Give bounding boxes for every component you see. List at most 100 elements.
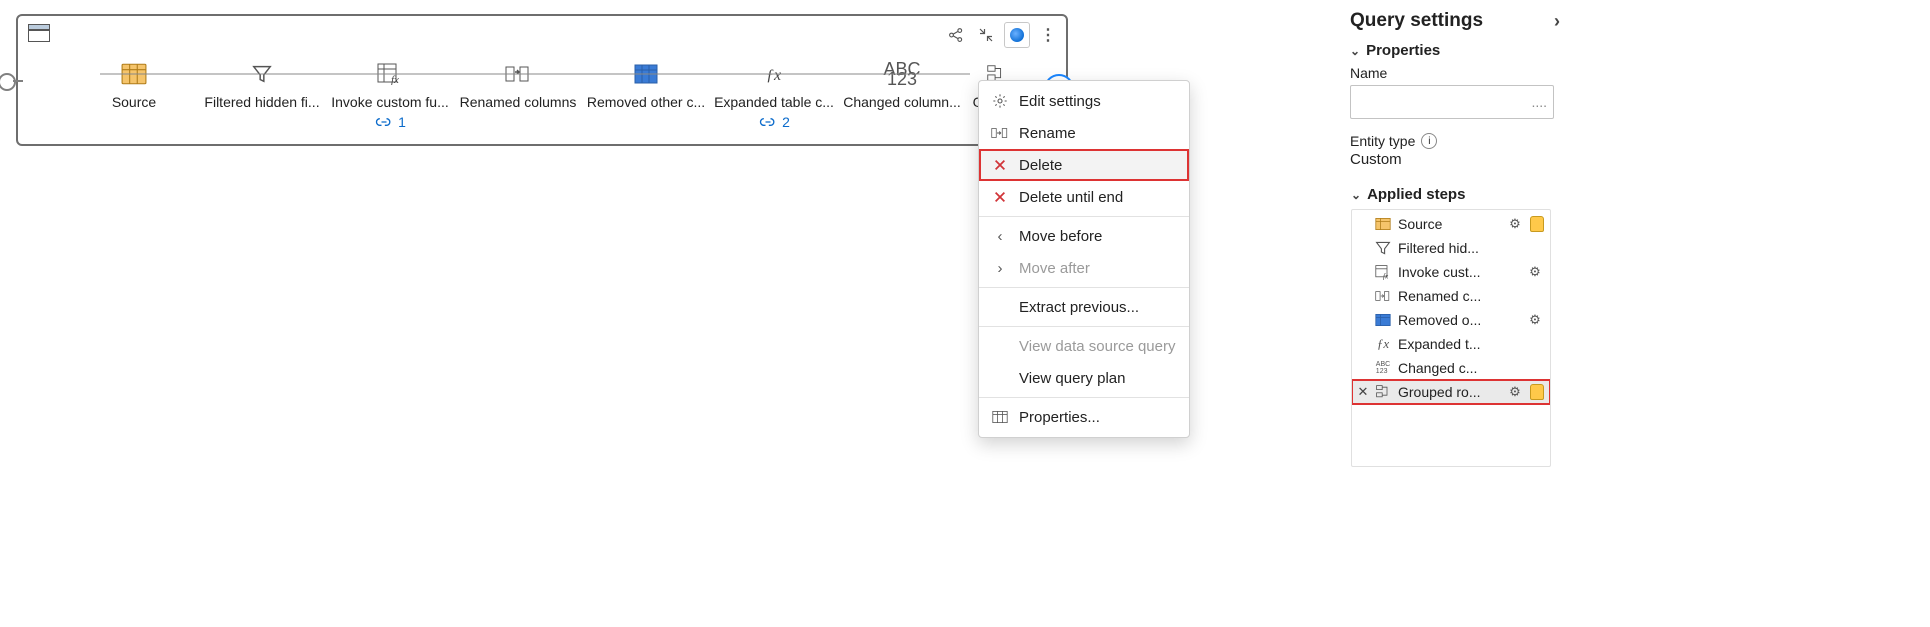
diagram-start-handle[interactable] — [0, 73, 16, 91]
info-icon[interactable]: i — [1421, 133, 1437, 149]
step-label: Source — [1398, 216, 1500, 232]
rename-icon — [991, 124, 1009, 142]
step-label: Filtered hidden fi... — [204, 94, 319, 110]
menu-move-before[interactable]: ‹ Move before — [979, 220, 1189, 252]
applied-step-filtered-hidden[interactable]: Filtered hid... — [1352, 236, 1550, 260]
step-filtered-hidden[interactable]: Filtered hidden fi... — [198, 60, 326, 110]
group-icon — [1374, 383, 1392, 401]
menu-separator — [979, 287, 1189, 288]
menu-label: Rename — [1019, 125, 1076, 142]
chevron-right-icon[interactable]: › — [1554, 11, 1560, 32]
menu-label: Delete until end — [1019, 189, 1123, 206]
step-label: Changed column... — [843, 94, 961, 110]
menu-label: Extract previous... — [1019, 299, 1139, 316]
delete-step-icon[interactable]: ✕ — [1356, 384, 1370, 400]
gear-icon[interactable]: ⚙ — [1526, 263, 1544, 281]
step-changed-column[interactable]: ABC123 Changed column... — [838, 60, 966, 110]
step-label: Renamed c... — [1398, 288, 1544, 304]
dataverse-icon[interactable] — [1004, 22, 1030, 48]
applied-step-grouped-rows[interactable]: ✕ Grouped ro... ⚙ — [1352, 380, 1550, 404]
name-input[interactable] — [1350, 85, 1554, 119]
database-icon — [1530, 216, 1544, 232]
step-label: Source — [112, 94, 156, 110]
link-badge[interactable]: 2 — [758, 114, 790, 130]
menu-edit-settings[interactable]: Edit settings — [979, 85, 1189, 117]
chevron-right-icon: › — [991, 259, 1009, 277]
step-label: Expanded t... — [1398, 336, 1544, 352]
x-icon — [991, 156, 1009, 174]
svg-text:fx: fx — [1383, 272, 1389, 280]
applied-step-renamed-columns[interactable]: Renamed c... — [1352, 284, 1550, 308]
panel-title-text: Query settings — [1350, 10, 1483, 32]
section-label: Applied steps — [1367, 186, 1465, 203]
applied-step-invoke-custom[interactable]: fx Invoke cust... ⚙ — [1352, 260, 1550, 284]
caret-down-icon: ⌄ — [1351, 188, 1361, 202]
menu-view-query-plan[interactable]: View query plan — [979, 362, 1189, 394]
step-invoke-custom[interactable]: fx Invoke custom fu... 1 — [326, 60, 454, 130]
badge-count: 1 — [398, 114, 406, 130]
menu-properties[interactable]: Properties... — [979, 401, 1189, 433]
menu-extract-previous[interactable]: Extract previous... — [979, 291, 1189, 323]
step-label: Renamed columns — [460, 94, 577, 110]
step-renamed-columns[interactable]: Renamed columns — [454, 60, 582, 110]
link-badge[interactable]: 1 — [374, 114, 406, 130]
properties-section-toggle[interactable]: ⌄ Properties — [1350, 42, 1560, 59]
table-fx-icon: fx — [1374, 263, 1392, 281]
applied-step-removed-other[interactable]: Removed o... ⚙ — [1352, 308, 1550, 332]
menu-label: Move before — [1019, 228, 1102, 245]
more-icon[interactable]: ⋮ — [1036, 23, 1060, 47]
share-icon[interactable] — [944, 23, 968, 47]
steps-connector — [70, 73, 990, 75]
table-icon — [991, 408, 1009, 426]
diagram-start-line — [13, 80, 23, 82]
step-label: Changed c... — [1398, 360, 1544, 376]
gear-icon[interactable]: ⚙ — [1506, 215, 1524, 233]
menu-separator — [979, 326, 1189, 327]
menu-separator — [979, 216, 1189, 217]
step-label: Grouped ro... — [1398, 384, 1500, 400]
rename-icon — [1374, 287, 1392, 305]
query-output-icon[interactable] — [28, 24, 50, 42]
collapse-icon[interactable] — [974, 23, 998, 47]
blank-icon — [991, 369, 1009, 387]
menu-rename[interactable]: Rename — [979, 117, 1189, 149]
step-source[interactable]: Source — [70, 60, 198, 110]
step-label: Expanded table c... — [714, 94, 834, 110]
svg-text:fx: fx — [391, 74, 399, 85]
step-label: Invoke cust... — [1398, 264, 1520, 280]
applied-step-source[interactable]: Source ⚙ — [1352, 212, 1550, 236]
applied-step-changed-column[interactable]: ABC123 Changed c... — [1352, 356, 1550, 380]
filter-icon — [1374, 239, 1392, 257]
step-expanded-table[interactable]: ƒx Expanded table c... 2 — [710, 60, 838, 130]
applied-steps-section-toggle[interactable]: ⌄ Applied steps — [1351, 186, 1560, 203]
menu-label: Properties... — [1019, 409, 1100, 426]
svg-text:ƒx: ƒx — [766, 67, 781, 84]
menu-label: View query plan — [1019, 370, 1125, 387]
applied-steps-list: Source ⚙ Filtered hid... fx Invoke cust.… — [1351, 209, 1551, 467]
fx-icon: ƒx — [1374, 335, 1392, 353]
gear-icon[interactable]: ⚙ — [1506, 383, 1524, 401]
step-label: Removed o... — [1398, 312, 1520, 328]
gear-icon[interactable]: ⚙ — [1526, 311, 1544, 329]
name-label: Name — [1350, 65, 1560, 81]
table-blue-icon — [1374, 311, 1392, 329]
step-removed-other[interactable]: Removed other c... — [582, 60, 710, 110]
applied-step-expanded-table[interactable]: ƒx Expanded t... — [1352, 332, 1550, 356]
panel-title: Query settings › — [1350, 10, 1560, 32]
step-context-menu: Edit settings Rename Delete Delete until… — [978, 80, 1190, 438]
gear-icon — [991, 92, 1009, 110]
table-icon — [1374, 215, 1392, 233]
menu-delete-until-end[interactable]: Delete until end — [979, 181, 1189, 213]
menu-separator — [979, 397, 1189, 398]
blank-icon — [991, 337, 1009, 355]
menu-label: Edit settings — [1019, 93, 1101, 110]
menu-move-after: › Move after — [979, 252, 1189, 284]
database-icon — [1530, 384, 1544, 400]
abc123-icon: ABC123 — [1374, 359, 1392, 377]
x-icon — [991, 188, 1009, 206]
entity-type-label: Entity type i — [1350, 133, 1560, 149]
menu-delete[interactable]: Delete — [979, 149, 1189, 181]
caret-down-icon: ⌄ — [1350, 44, 1360, 58]
step-label: Removed other c... — [587, 94, 705, 110]
badge-count: 2 — [782, 114, 790, 130]
